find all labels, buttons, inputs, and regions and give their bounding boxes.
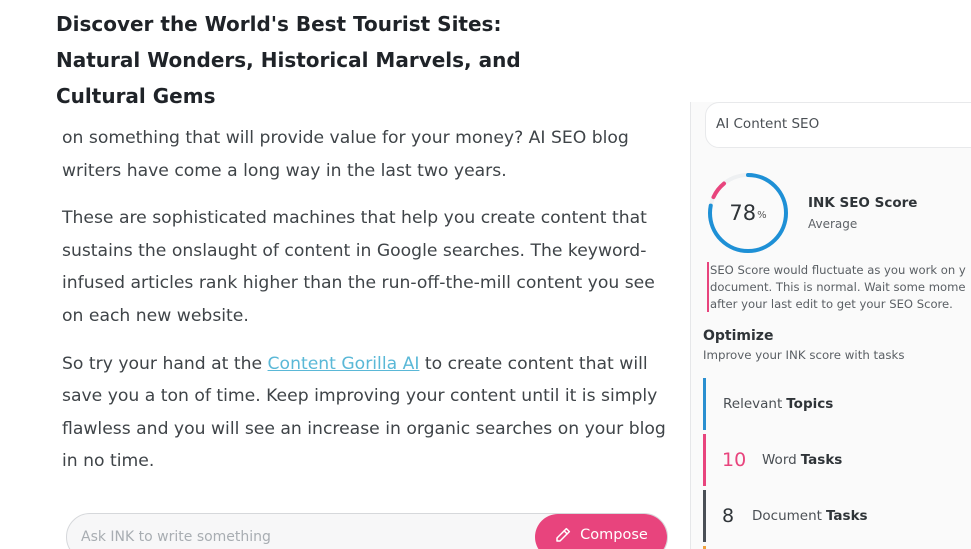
seo-score-note: SEO Score would fluctuate as you work on…	[707, 262, 971, 312]
task-word-tasks[interactable]: 10 Word Tasks	[703, 434, 971, 486]
task-label: Relevant	[723, 396, 783, 412]
note-line: document. This is normal. Wait some mome	[710, 280, 966, 294]
tab-ai-content-seo[interactable]: AI Content SEO	[705, 102, 971, 148]
task-label-bold: Tasks	[800, 452, 843, 468]
seo-panel: AI Content SEO 78% INK SEO Score Average…	[690, 102, 971, 549]
seo-score-number: 78	[729, 201, 757, 225]
ask-ink-input[interactable]	[81, 526, 521, 548]
compose-button[interactable]: Compose	[535, 514, 667, 549]
seo-score-value: 78%	[705, 170, 791, 256]
task-relevant-topics[interactable]: Relevant Topics	[703, 378, 971, 430]
seo-score-rating: Average	[808, 217, 858, 231]
task-label-bold: Topics	[786, 396, 834, 412]
task-label: Word	[762, 452, 797, 468]
optimize-subtitle: Improve your INK score with tasks	[703, 348, 905, 362]
compose-label: Compose	[580, 527, 648, 543]
article-paragraph: These are sophisticated machines that he…	[62, 208, 655, 326]
seo-score-title: INK SEO Score	[808, 195, 918, 211]
task-document-tasks[interactable]: 8 Document Tasks	[703, 490, 971, 542]
optimize-title: Optimize	[703, 328, 774, 344]
task-label: Document	[752, 508, 822, 524]
paragraph-text: So try your hand at the	[62, 353, 268, 374]
seo-score-percent: %	[757, 209, 767, 221]
note-line: SEO Score would fluctuate as you work on…	[710, 263, 966, 277]
article-body: on something that will provide value for…	[62, 122, 672, 493]
task-count: 10	[722, 449, 747, 471]
pencil-icon	[556, 527, 571, 542]
ask-ink-bar: Compose	[66, 513, 668, 549]
article-paragraph: So try your hand at the Content Gorilla …	[62, 348, 672, 478]
note-line: after your last edit to get your SEO Sco…	[710, 297, 953, 311]
article-paragraph: on something that will provide value for…	[62, 128, 629, 181]
task-count: 8	[722, 505, 735, 527]
task-label-bold: Tasks	[825, 508, 868, 524]
content-gorilla-link[interactable]: Content Gorilla AI	[268, 354, 420, 374]
article-title: Discover the World's Best Tourist Sites:…	[56, 12, 521, 108]
